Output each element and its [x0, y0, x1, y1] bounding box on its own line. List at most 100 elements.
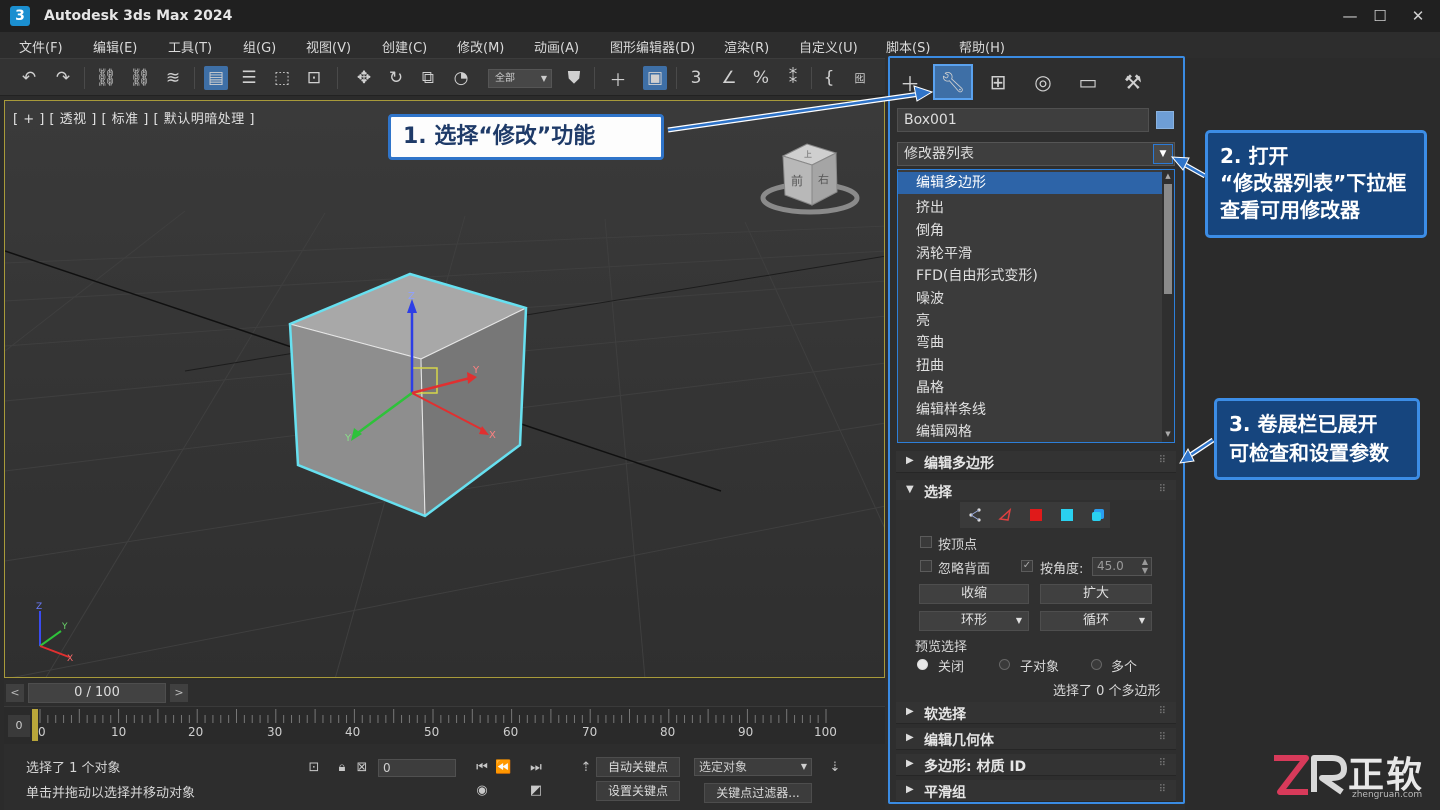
viewcube[interactable]: 前 右 上	[760, 143, 860, 215]
edit-named-selection-icon[interactable]: {	[817, 66, 841, 90]
menu-group[interactable]: 组(G)	[243, 37, 276, 56]
lock-icon[interactable]: 🔒︎	[334, 760, 350, 776]
menu-scripting[interactable]: 脚本(S)	[886, 37, 930, 56]
menu-rendering[interactable]: 渲染(R)	[724, 37, 769, 56]
loop-button[interactable]: 循环 ▼	[1040, 611, 1152, 631]
window-crossing-icon[interactable]: ⊡	[302, 66, 326, 90]
prev-frame-button[interactable]: <	[6, 684, 24, 702]
modifier-item-twist[interactable]: 扭曲	[898, 355, 1163, 377]
motion-tab[interactable]: ◎	[1023, 64, 1063, 100]
perspective-viewport[interactable]: Z Y Y X 前 右 上 Z Y X [ + ] [ 透视 ] [ 标准 ] …	[4, 100, 885, 678]
modifier-item-edit-spline[interactable]: 编辑样条线	[898, 399, 1163, 421]
absolute-mode-icon[interactable]: ⊠	[354, 760, 370, 776]
rollout-smoothing-groups[interactable]: ▶ 平滑组 ⠿	[896, 780, 1176, 802]
modifier-item-edit-mesh[interactable]: 编辑网格	[898, 421, 1163, 442]
modifier-item-edit-poly[interactable]: 编辑多边形	[898, 172, 1163, 194]
minimize-button[interactable]: —	[1340, 6, 1360, 26]
prev-key-icon[interactable]: ⏪	[495, 760, 511, 776]
percent-snap-icon[interactable]: %	[749, 66, 773, 90]
border-level-icon[interactable]	[1023, 504, 1049, 526]
preview-multi-radio[interactable]	[1091, 659, 1102, 670]
select-object-icon[interactable]: ▤	[204, 66, 228, 90]
vertex-level-icon[interactable]	[962, 504, 988, 526]
unlink-icon[interactable]: ⛓	[128, 66, 152, 90]
spinner-snap-icon[interactable]: ⁑	[781, 66, 805, 90]
go-to-end-icon[interactable]: ⏭	[528, 760, 544, 776]
modifier-list-dropdown[interactable]: 修改器列表 ▼	[897, 142, 1175, 166]
spinner-down-icon[interactable]: ⇣	[827, 760, 843, 776]
rollout-edit-geometry[interactable]: ▶ 编辑几何体 ⠿	[896, 728, 1176, 750]
modifier-item-lattice[interactable]: 晶格	[898, 377, 1163, 399]
menu-modify[interactable]: 修改(M)	[457, 37, 504, 56]
isolate-selection-icon[interactable]: ⊡	[306, 760, 322, 776]
auto-key-button[interactable]: 自动关键点	[596, 757, 680, 777]
angle-snap-icon[interactable]: ∠	[717, 66, 741, 90]
menu-tools[interactable]: 工具(T)	[168, 37, 212, 56]
rotate-icon[interactable]: ↻	[384, 66, 408, 90]
menu-graph-editors[interactable]: 图形编辑器(D)	[610, 37, 695, 56]
scrollbar-thumb[interactable]	[1164, 184, 1172, 294]
select-by-name-icon[interactable]: ☰	[237, 66, 261, 90]
use-pivot-icon[interactable]: ⛊	[562, 66, 586, 90]
placement-icon[interactable]: ◔	[449, 66, 473, 90]
element-level-icon[interactable]	[1085, 504, 1111, 526]
object-name-field[interactable]: Box001	[897, 108, 1149, 132]
next-frame-button[interactable]: >	[170, 684, 188, 702]
modifier-item-bevel[interactable]: 倒角	[898, 220, 1163, 242]
selection-filter-dropdown[interactable]: 全部 ▼	[488, 69, 552, 88]
viewport-label-menu[interactable]: [ + ] [ 透视 ] [ 标准 ] [ 默认明暗处理 ]	[13, 108, 255, 127]
select-manipulate-icon[interactable]: ＋	[606, 66, 630, 91]
menu-view[interactable]: 视图(V)	[306, 37, 351, 56]
rollout-edit-poly[interactable]: ▶ 编辑多边形 ⠿	[896, 451, 1176, 473]
angle-spinner[interactable]: 45.0 ▲ ▼	[1092, 557, 1152, 576]
coordinate-x-field[interactable]: 0	[378, 759, 456, 777]
scroll-down-icon[interactable]: ▼	[1164, 430, 1172, 440]
scroll-up-icon[interactable]: ▲	[1164, 172, 1172, 182]
rollout-soft-selection[interactable]: ▶ 软选择 ⠿	[896, 702, 1176, 724]
move-icon[interactable]: ✥	[352, 66, 376, 90]
modify-tab[interactable]: 🔧︎	[933, 64, 973, 100]
modifier-item-light[interactable]: 亮	[898, 310, 1163, 332]
preview-off-radio[interactable]	[917, 659, 928, 670]
link-icon[interactable]: ⛓	[94, 66, 118, 90]
display-tab[interactable]: ▭	[1068, 64, 1108, 100]
modifier-item-bend[interactable]: 弯曲	[898, 332, 1163, 354]
ring-button[interactable]: 环形 ▼	[919, 611, 1029, 631]
menu-file[interactable]: 文件(F)	[19, 37, 63, 56]
track-bar[interactable]: 0 0 10 20 30 40 50 60 70 80 90 100	[4, 706, 885, 744]
bind-space-warp-icon[interactable]: ≋	[161, 66, 185, 90]
redo-icon[interactable]: ↷	[51, 66, 75, 90]
menu-customize[interactable]: 自定义(U)	[799, 37, 858, 56]
grow-button[interactable]: 扩大	[1040, 584, 1152, 604]
snaps-toggle-icon[interactable]: 3	[684, 66, 708, 90]
rect-selection-icon[interactable]: ⬚	[270, 66, 294, 90]
modifier-list-scrollbar[interactable]: ▲ ▼	[1162, 170, 1174, 442]
polygon-level-icon[interactable]	[1054, 504, 1080, 526]
menu-animation[interactable]: 动画(A)	[534, 37, 579, 56]
close-button[interactable]: ✕	[1408, 6, 1428, 26]
keyboard-shortcut-override-icon[interactable]: ▣	[643, 66, 667, 90]
modifier-item-ffd[interactable]: FFD(自由形式变形)	[898, 265, 1163, 287]
hierarchy-tab[interactable]: ⊞	[978, 64, 1018, 100]
time-config-icon[interactable]: ◩	[528, 783, 544, 799]
maximize-button[interactable]: ☐	[1370, 6, 1390, 26]
rollout-poly-material-id[interactable]: ▶ 多边形: 材质 ID ⠿	[896, 754, 1176, 776]
edge-level-icon[interactable]	[992, 504, 1018, 526]
shrink-button[interactable]: 收缩	[919, 584, 1029, 604]
by-angle-checkbox[interactable]: ✓	[1021, 560, 1033, 572]
modifier-item-extrude[interactable]: 挤出	[898, 197, 1163, 219]
modifier-item-turbosmooth[interactable]: 涡轮平滑	[898, 243, 1163, 265]
create-tab[interactable]: ＋	[890, 64, 930, 100]
utilities-tab[interactable]: ⚒	[1113, 64, 1153, 100]
set-key-button[interactable]: 设置关键点	[596, 781, 680, 801]
by-vertex-checkbox[interactable]	[920, 536, 932, 548]
undo-icon[interactable]: ↶	[17, 66, 41, 90]
preview-subobject-radio[interactable]	[999, 659, 1010, 670]
go-to-start-icon[interactable]: ⏮	[474, 760, 490, 776]
ignore-backfacing-checkbox[interactable]	[920, 560, 932, 572]
menu-edit[interactable]: 编辑(E)	[93, 37, 137, 56]
key-mode-icon[interactable]: ◉	[474, 783, 490, 799]
named-selection-sets-icon[interactable]: 囮	[848, 66, 872, 90]
rollout-selection[interactable]: ▼ 选择 ⠿	[896, 480, 1176, 502]
chevron-down-icon[interactable]: ▼	[1153, 144, 1173, 164]
